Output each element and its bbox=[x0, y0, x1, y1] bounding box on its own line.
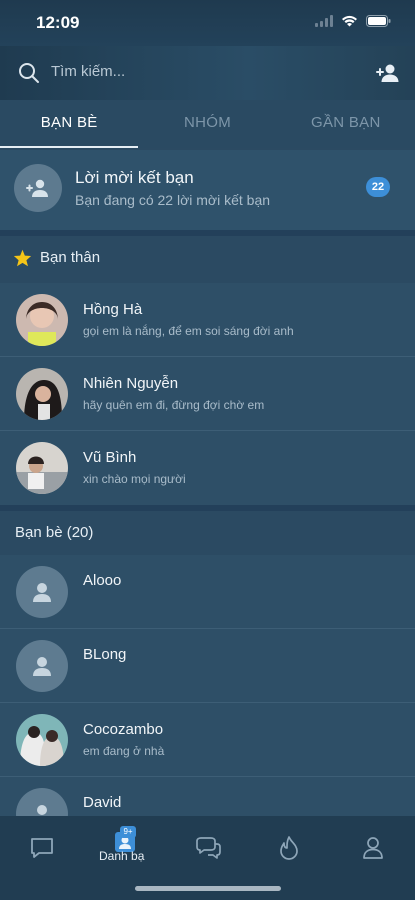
tab-groups[interactable]: NHÓM bbox=[138, 100, 276, 148]
active-tab-indicator bbox=[0, 146, 138, 148]
contact-status: gọi em là nắng, để em soi sáng đời anh bbox=[83, 324, 294, 338]
add-friend-icon[interactable] bbox=[375, 60, 401, 86]
avatar bbox=[16, 566, 68, 618]
contact-row[interactable]: Nhiên Nguyễn hãy quên em đi, đừng đợi ch… bbox=[0, 357, 415, 431]
search-icon[interactable] bbox=[18, 62, 40, 84]
tab-bar: BẠN BÈ NHÓM GẦN BẠN bbox=[0, 100, 415, 148]
nav-profile[interactable] bbox=[353, 828, 393, 868]
contact-status: hãy quên em đi, đừng đợi chờ em bbox=[83, 398, 265, 412]
status-bar: 12:09 bbox=[0, 0, 415, 46]
tab-friends[interactable]: BẠN BÈ bbox=[0, 100, 138, 148]
search-header: Tìm kiếm... bbox=[0, 46, 415, 100]
nav-contacts-label: Danh bạ bbox=[99, 849, 145, 863]
add-user-icon bbox=[26, 179, 48, 197]
home-indicator bbox=[135, 886, 281, 891]
contact-status: em đang ở nhà bbox=[83, 744, 165, 758]
avatar bbox=[16, 368, 68, 420]
flame-icon bbox=[280, 836, 298, 860]
message-icon bbox=[31, 838, 53, 858]
nav-discover[interactable] bbox=[269, 828, 309, 868]
profile-icon bbox=[363, 837, 383, 859]
close-friends-header: Bạn thân bbox=[0, 236, 415, 280]
battery-icon bbox=[366, 15, 391, 27]
close-friends-title: Bạn thân bbox=[40, 249, 101, 266]
contact-row[interactable]: BLong bbox=[0, 629, 415, 703]
friend-requests-row[interactable]: Lời mời kết bạn Bạn đang có 22 lời mời k… bbox=[0, 150, 415, 230]
chat-bubbles-icon bbox=[196, 837, 221, 859]
contact-row[interactable]: Vũ Bình xin chào mọi người bbox=[0, 431, 415, 505]
friend-request-avatar bbox=[14, 164, 62, 212]
star-icon bbox=[13, 249, 32, 267]
user-icon bbox=[33, 657, 51, 676]
avatar bbox=[16, 640, 68, 692]
contacts-screen: 12:09 Tìm kiếm... BẠN BÈ NHÓM GẦN BẠN Lờ… bbox=[0, 0, 415, 900]
contact-name: Cocozambo bbox=[83, 721, 164, 738]
contact-status: xin chào mọi người bbox=[83, 472, 186, 486]
contact-name: Alooo bbox=[83, 572, 122, 589]
user-icon bbox=[33, 583, 51, 602]
contact-name: David bbox=[83, 794, 122, 811]
contacts-badge: 9+ bbox=[120, 826, 136, 838]
contact-row[interactable]: Cocozambo em đang ở nhà bbox=[0, 703, 415, 777]
search-input[interactable]: Tìm kiếm... bbox=[51, 63, 125, 80]
status-time: 12:09 bbox=[36, 13, 80, 32]
contact-name: Nhiên Nguyễn bbox=[83, 375, 179, 392]
contact-row[interactable]: Hồng Hà gọi em là nắng, để em soi sáng đ… bbox=[0, 283, 415, 357]
avatar bbox=[16, 294, 68, 346]
friend-request-count-badge: 22 bbox=[366, 177, 390, 197]
contact-name: BLong bbox=[83, 646, 127, 663]
contact-row[interactable]: Alooo bbox=[0, 555, 415, 629]
friends-header: Bạn bè (20) bbox=[0, 511, 415, 555]
status-icons bbox=[315, 15, 391, 27]
wifi-icon bbox=[342, 15, 357, 27]
nav-messages[interactable] bbox=[22, 828, 62, 868]
friend-request-subtitle: Bạn đang có 22 lời mời kết bạn bbox=[75, 192, 271, 208]
tab-nearby[interactable]: GẦN BẠN bbox=[277, 100, 415, 148]
friend-request-title: Lời mời kết bạn bbox=[75, 168, 194, 187]
contact-name: Hồng Hà bbox=[83, 301, 143, 318]
friends-title: Bạn bè (20) bbox=[15, 524, 94, 541]
avatar bbox=[16, 442, 68, 494]
avatar bbox=[16, 714, 68, 766]
signal-icon bbox=[315, 15, 333, 27]
nav-chats[interactable] bbox=[188, 828, 228, 868]
contact-name: Vũ Bình bbox=[83, 449, 137, 466]
